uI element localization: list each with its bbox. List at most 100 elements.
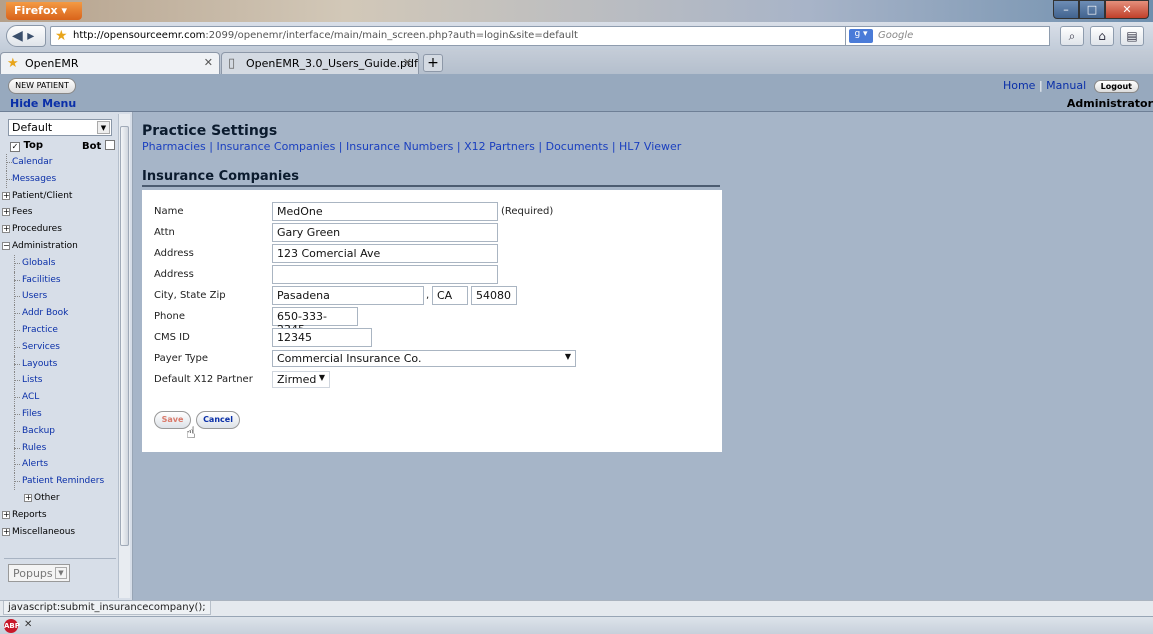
popups-select[interactable]: Popups ▼ bbox=[8, 564, 70, 582]
top-checkbox[interactable]: ✓ bbox=[10, 142, 20, 152]
nav-item-globals[interactable]: Globals bbox=[2, 254, 120, 272]
payer-type-select[interactable]: Commercial Insurance Co. ▼ bbox=[272, 350, 576, 367]
payer-type-label: Payer Type bbox=[154, 353, 209, 364]
layout-select[interactable]: Default ▼ bbox=[8, 119, 112, 136]
expand-icon[interactable]: + bbox=[2, 208, 10, 217]
scrollbar-thumb[interactable] bbox=[120, 126, 129, 546]
close-tab-icon[interactable]: ✕ bbox=[204, 56, 213, 69]
nav-item-lists[interactable]: Lists bbox=[2, 372, 120, 389]
nav-group-miscellaneous[interactable]: + Miscellaneous bbox=[2, 524, 120, 541]
url-bar[interactable]: ★ http://opensourceemr.com:2099/openemr/… bbox=[50, 26, 950, 46]
expand-icon[interactable]: + bbox=[2, 510, 10, 519]
home-icon[interactable]: ⌂ bbox=[1090, 26, 1114, 46]
nav-item-alerts[interactable]: Alerts bbox=[2, 456, 120, 473]
link-insurance-numbers[interactable]: Insurance Numbers bbox=[346, 140, 453, 153]
address2-field[interactable] bbox=[272, 265, 498, 284]
search-input[interactable]: g ▾ Google bbox=[845, 26, 1050, 46]
nav-group-label: Administration bbox=[12, 240, 78, 251]
phone-label: Phone bbox=[154, 311, 185, 322]
search-icon[interactable]: ⌕ bbox=[1060, 26, 1084, 46]
nav-group-patient-client[interactable]: + Patient/Client bbox=[2, 188, 120, 205]
separator: | bbox=[611, 140, 616, 153]
layout-select-value: Default bbox=[12, 121, 53, 134]
nav-item-practice[interactable]: Practice bbox=[2, 321, 120, 339]
nav-group-fees[interactable]: + Fees bbox=[2, 204, 120, 221]
collapse-icon[interactable]: − bbox=[2, 241, 10, 250]
address-field[interactable]: 123 Comercial Ave bbox=[272, 244, 498, 263]
phone-field[interactable]: 650-333-2345 bbox=[272, 307, 358, 336]
nav-item-files[interactable]: Files bbox=[2, 405, 120, 423]
back-forward-button[interactable]: ◀ ▸ bbox=[6, 25, 46, 47]
attn-field[interactable]: Gary Green bbox=[272, 223, 498, 242]
nav-item-backup[interactable]: Backup bbox=[2, 422, 120, 440]
logout-button[interactable]: Logout bbox=[1093, 80, 1139, 93]
expand-icon[interactable]: + bbox=[2, 191, 10, 200]
minimize-icon[interactable]: – bbox=[1053, 0, 1079, 19]
state-field[interactable]: CA bbox=[432, 286, 468, 305]
nav-group-procedures[interactable]: + Procedures bbox=[2, 221, 120, 238]
bot-label: Bot bbox=[82, 141, 102, 152]
tab-users-guide[interactable]: ▯ OpenEMR_3.0_Users_Guide.pdf (appli... … bbox=[221, 52, 419, 74]
nav-group-administration[interactable]: − Administration bbox=[2, 238, 120, 255]
nav-item-users[interactable]: Users bbox=[2, 288, 120, 305]
expand-icon[interactable]: + bbox=[2, 527, 10, 536]
emr-header: NEW PATIENT Hide Menu Home | Manual Logo… bbox=[0, 74, 1153, 112]
separator: | bbox=[538, 140, 543, 153]
close-tab-icon[interactable]: ✕ bbox=[403, 56, 412, 69]
cms-id-field[interactable]: 12345 bbox=[272, 328, 372, 347]
nav-item-rules[interactable]: Rules bbox=[2, 439, 120, 457]
link-documents[interactable]: Documents bbox=[546, 140, 609, 153]
title-divider bbox=[142, 185, 720, 187]
cancel-button[interactable]: Cancel bbox=[196, 411, 240, 429]
separator: | bbox=[1038, 79, 1043, 92]
close-icon[interactable]: ✕ bbox=[24, 619, 32, 630]
hand-cursor-icon: ☝ bbox=[186, 423, 196, 442]
x12-partner-select[interactable]: Zirmed ▼ bbox=[272, 371, 330, 388]
expand-icon[interactable]: + bbox=[24, 493, 32, 502]
tab-label: OpenEMR_3.0_Users_Guide.pdf (appli... bbox=[246, 57, 418, 70]
nav-item-layouts[interactable]: Layouts bbox=[2, 355, 120, 373]
page-title: Practice Settings bbox=[142, 123, 278, 139]
nav-scrollbar[interactable] bbox=[118, 114, 130, 598]
new-patient-button[interactable]: NEW PATIENT bbox=[8, 78, 76, 94]
nav-item-acl[interactable]: ACL bbox=[2, 389, 120, 406]
nav-item-addr-book[interactable]: Addr Book bbox=[2, 305, 120, 322]
tab-openemr[interactable]: ★ OpenEMR ✕ bbox=[0, 52, 220, 74]
expand-icon[interactable]: + bbox=[2, 225, 10, 234]
nav-group-reports[interactable]: + Reports bbox=[2, 507, 120, 524]
link-insurance-companies[interactable]: Insurance Companies bbox=[216, 140, 335, 153]
manual-link[interactable]: Manual bbox=[1046, 79, 1086, 92]
nav-group-other[interactable]: + Other bbox=[2, 490, 120, 507]
x12-partner-label: Default X12 Partner bbox=[154, 374, 253, 385]
name-field[interactable]: MedOne bbox=[272, 202, 498, 221]
nav-item-calendar[interactable]: Calendar bbox=[2, 154, 120, 171]
bot-checkbox[interactable] bbox=[104, 140, 115, 150]
addon-bar: ABP ✕ bbox=[0, 616, 1153, 634]
maximize-icon[interactable]: □ bbox=[1079, 0, 1105, 19]
adblock-icon[interactable]: ABP bbox=[4, 619, 20, 633]
bookmarks-icon[interactable]: ▤ bbox=[1120, 26, 1144, 46]
city-field[interactable]: Pasadena bbox=[272, 286, 424, 305]
nav-group-label: Other bbox=[34, 492, 60, 503]
zip-field[interactable]: 54080 bbox=[471, 286, 517, 305]
status-bar: javascript:submit_insurancecompany(); bbox=[0, 600, 1153, 616]
new-tab-button[interactable]: + bbox=[423, 54, 443, 72]
firefox-menu-button[interactable]: Firefox ▾ bbox=[6, 2, 82, 20]
hide-menu-link[interactable]: Hide Menu bbox=[10, 97, 76, 110]
home-link[interactable]: Home bbox=[1003, 79, 1035, 92]
chevron-down-icon: ▼ bbox=[564, 352, 571, 361]
top-label: Top bbox=[23, 140, 44, 151]
practice-settings-links: Pharmacies | Insurance Companies | Insur… bbox=[142, 140, 681, 153]
nav-item-facilities[interactable]: Facilities bbox=[2, 271, 120, 289]
nav-item-services[interactable]: Services bbox=[2, 338, 120, 356]
link-x12-partners[interactable]: X12 Partners bbox=[464, 140, 535, 153]
tab-label: OpenEMR bbox=[25, 57, 79, 70]
link-hl7-viewer[interactable]: HL7 Viewer bbox=[619, 140, 681, 153]
nav-item-messages[interactable]: Messages bbox=[2, 170, 120, 188]
popups-label: Popups bbox=[13, 567, 53, 580]
nav-item-patient-reminders[interactable]: Patient Reminders bbox=[2, 473, 120, 490]
search-engine-icon[interactable]: g ▾ bbox=[849, 29, 873, 43]
link-pharmacies[interactable]: Pharmacies bbox=[142, 140, 206, 153]
window-titlebar: Firefox ▾ – □ ✕ bbox=[0, 0, 1153, 22]
close-window-icon[interactable]: ✕ bbox=[1105, 0, 1149, 19]
